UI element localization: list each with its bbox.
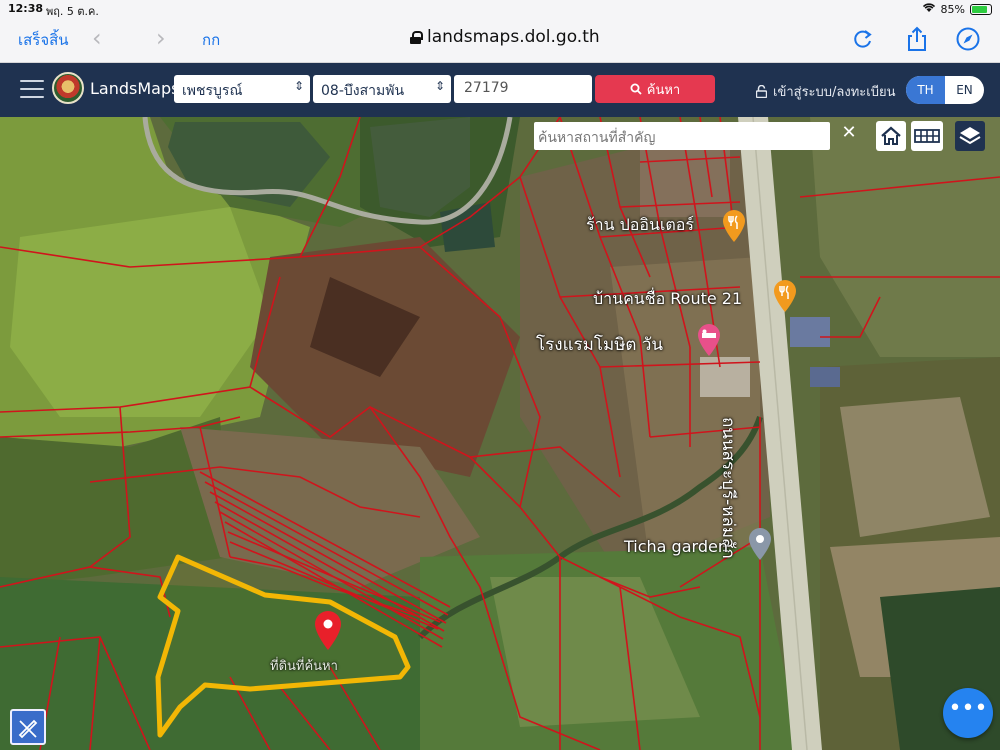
compass-icon[interactable] bbox=[955, 26, 981, 52]
parcel-number-input[interactable]: 27179 bbox=[454, 75, 592, 103]
restaurant-pin-icon[interactable] bbox=[721, 209, 747, 243]
poi-label-restaurant[interactable]: บ้านคนชื่อ Route 21 bbox=[593, 287, 742, 312]
parcel-marker-label: ที่ดินที่ค้นหา bbox=[270, 659, 338, 674]
map-view[interactable]: ค้นหาสถานที่สำคัญ ✕ ร้าน ปออินเตอร์ บ้าน… bbox=[0, 117, 1000, 750]
language-toggle[interactable]: TH EN bbox=[906, 76, 984, 104]
place-search-input[interactable]: ค้นหาสถานที่สำคัญ bbox=[534, 122, 830, 150]
done-button[interactable]: เสร็จสิ้น bbox=[18, 28, 69, 52]
home-button[interactable] bbox=[876, 121, 906, 151]
text-size-button[interactable]: กก bbox=[202, 28, 220, 52]
lang-th-button[interactable]: TH bbox=[906, 76, 945, 104]
forward-icon[interactable]: › bbox=[156, 24, 166, 52]
ios-status-bar: 12:38 พฤ. 5 ต.ค. 85% bbox=[0, 0, 1000, 18]
login-label: เข้าสู่ระบบ/ลงทะเบียน bbox=[773, 85, 896, 100]
poi-label-hotel[interactable]: โรงแรมโมษิต วัน bbox=[536, 331, 663, 358]
province-value: เพชรบูรณ์ bbox=[182, 83, 243, 99]
app-header: LandsMaps เพชรบูรณ์ ⇕ 08-บึงสามพัน ⇕ 271… bbox=[0, 63, 1000, 117]
hotel-pin-icon[interactable] bbox=[696, 323, 722, 357]
measure-tool-button[interactable] bbox=[10, 709, 46, 745]
location-pin-icon[interactable] bbox=[313, 611, 343, 651]
url-text: landsmaps.dol.go.th bbox=[427, 27, 600, 47]
layers-icon bbox=[959, 127, 981, 145]
ruler-pencil-icon bbox=[18, 719, 38, 739]
browser-toolbar: เสร็จสิ้น ‹ › กก landsmaps.dol.go.th bbox=[0, 18, 1000, 63]
poi-label-garden[interactable]: Ticha garden bbox=[624, 537, 728, 556]
layers-button[interactable] bbox=[955, 121, 985, 151]
search-icon bbox=[630, 83, 642, 95]
dol-logo bbox=[52, 72, 84, 104]
wifi-icon bbox=[922, 2, 936, 16]
restaurant-pin-icon[interactable] bbox=[772, 279, 798, 313]
reload-icon[interactable] bbox=[850, 26, 876, 52]
menu-icon[interactable] bbox=[20, 80, 44, 98]
place-pin-icon[interactable] bbox=[747, 527, 773, 561]
home-icon bbox=[881, 126, 901, 145]
more-options-button[interactable]: ••• bbox=[943, 688, 993, 738]
search-button-label: ค้นหา bbox=[646, 82, 681, 98]
back-icon[interactable]: ‹ bbox=[92, 24, 102, 52]
login-link[interactable]: เข้าสู่ระบบ/ลงทะเบียน bbox=[756, 81, 895, 102]
lang-en-button[interactable]: EN bbox=[945, 76, 984, 104]
battery-fill bbox=[972, 5, 987, 13]
grid-icon bbox=[914, 129, 940, 143]
status-right: 85% bbox=[922, 2, 992, 16]
satellite-imagery bbox=[0, 117, 1000, 750]
grid-button[interactable] bbox=[911, 121, 943, 151]
district-select[interactable]: 08-บึงสามพัน ⇕ bbox=[313, 75, 451, 103]
close-search-button[interactable]: ✕ bbox=[832, 122, 866, 150]
status-time: 12:38 bbox=[8, 2, 44, 15]
search-button[interactable]: ค้นหา bbox=[595, 75, 715, 103]
address-bar[interactable]: landsmaps.dol.go.th bbox=[410, 27, 600, 47]
chevron-updown-icon: ⇕ bbox=[293, 79, 304, 93]
share-icon[interactable] bbox=[904, 26, 930, 52]
brand-name: LandsMaps bbox=[90, 79, 180, 98]
poi-label-shop[interactable]: ร้าน ปออินเตอร์ bbox=[586, 213, 694, 238]
battery-percent: 85% bbox=[940, 2, 965, 16]
lock-icon bbox=[410, 30, 423, 44]
district-value: 08-บึงสามพัน bbox=[321, 83, 405, 99]
unlock-icon bbox=[756, 85, 767, 98]
battery-icon bbox=[970, 3, 992, 15]
province-select[interactable]: เพชรบูรณ์ ⇕ bbox=[174, 75, 310, 103]
chevron-updown-icon: ⇕ bbox=[434, 79, 445, 93]
